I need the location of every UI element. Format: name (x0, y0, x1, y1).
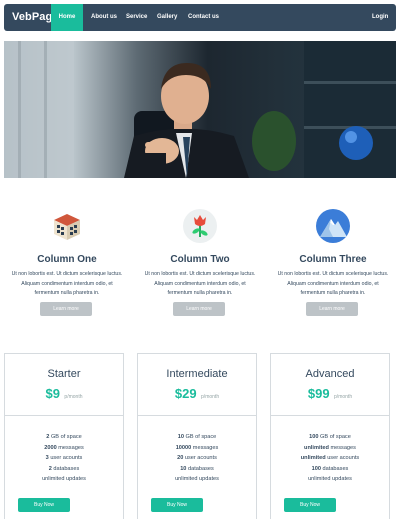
feature-text-line: Aliquam condimentum interdum odio, et (154, 280, 246, 287)
price-unit: p/month (201, 394, 220, 400)
feature-text: Ut non lobortis est. Ut dictum scelerisq… (273, 270, 393, 299)
nav-item-contact-us[interactable]: Contact us (180, 4, 227, 31)
feature-text-line: fermentum nulla pharetra in. (167, 290, 233, 296)
feature-text-line: Aliquam condimentum interdum odio, et (287, 280, 379, 287)
buy-now-button[interactable]: Buy Now (18, 498, 70, 512)
plan-name: Advanced (305, 368, 355, 380)
plan-feature: unlimited user acounts (300, 455, 360, 461)
feature-text-line: fermentum nulla pharetra in. (34, 290, 100, 296)
navbar: VebPage Home About us Service Gallery Co… (4, 4, 396, 31)
plan-price: $9 p/month (5, 385, 123, 403)
pricing-plan-advanced: Advanced $99 p/month 100 GB of space unl… (270, 353, 390, 519)
learn-more-button[interactable]: Learn more (173, 302, 225, 316)
plan-feature: 100 GB of space (309, 434, 351, 440)
plan-feature: 10 GB of space (177, 434, 217, 440)
feature-title: Column Three (299, 254, 367, 265)
plan-feature: 20 user acounts (177, 455, 217, 461)
nav-item-login[interactable]: Login (364, 4, 396, 31)
flower-icon (183, 209, 217, 243)
building-icon (50, 209, 84, 243)
plan-price: $29 p/month (138, 385, 256, 403)
plan-features: 100 GB of space unlimited messages unlim… (271, 432, 389, 485)
plan-header: Advanced $99 p/month (271, 354, 389, 416)
price-value: $29 (174, 386, 197, 401)
mountain-icon (316, 209, 350, 243)
plan-feature: unlimited updates (42, 476, 86, 482)
price-value: $9 (45, 386, 60, 401)
plan-feature: unlimited messages (304, 444, 356, 451)
plan-feature: unlimited updates (308, 476, 352, 482)
feature-text-line: Aliquam condimentum interdum odio, et (21, 280, 113, 287)
hero-image (4, 41, 396, 178)
feature-text: Ut non lobortis est. Ut dictum scelerisq… (7, 270, 127, 299)
plan-features: 2 GB of space 2000 messages 3 user acoun… (5, 432, 123, 485)
learn-more-button[interactable]: Learn more (40, 302, 92, 316)
buy-now-button[interactable]: Buy Now (151, 498, 203, 512)
plan-features: 10 GB of space 10000 messages 20 user ac… (138, 432, 256, 485)
plan-feature: 2 databases (48, 465, 80, 472)
price-value: $99 (307, 386, 330, 401)
plan-header: Intermediate $29 p/month (138, 354, 256, 416)
buy-now-button[interactable]: Buy Now (284, 498, 336, 512)
learn-more-button[interactable]: Learn more (306, 302, 358, 316)
feature-text: Ut non lobortis est. Ut dictum scelerisq… (140, 270, 260, 299)
plan-header: Starter $9 p/month (5, 354, 123, 416)
plan-price: $99 p/month (271, 385, 389, 403)
hero-photo-illustration (4, 41, 396, 178)
plan-feature: 10000 messages (175, 444, 219, 451)
plan-feature: 10 databases (180, 465, 214, 472)
price-unit: p/month (64, 394, 83, 400)
plan-name: Starter (47, 368, 81, 380)
pricing-plan-starter: Starter $9 p/month 2 GB of space 2000 me… (4, 353, 124, 519)
nav-item-home[interactable]: Home (51, 4, 83, 31)
plan-feature: 100 databases (311, 465, 349, 472)
plan-name: Intermediate (166, 368, 228, 380)
feature-title: Column One (37, 254, 97, 265)
plan-feature: 2 GB of space (46, 434, 82, 440)
pricing-plan-intermediate: Intermediate $29 p/month 10 GB of space … (137, 353, 257, 519)
plan-feature: unlimited updates (175, 476, 219, 482)
plan-feature: 2000 messages (44, 444, 84, 451)
feature-text-line: fermentum nulla pharetra in. (300, 290, 366, 296)
feature-text-line: Ut non lobortis est. Ut dictum scelerisq… (11, 271, 123, 277)
feature-text-line: Ut non lobortis est. Ut dictum scelerisq… (277, 271, 389, 277)
price-unit: p/month (334, 394, 353, 400)
feature-title: Column Two (170, 254, 230, 265)
plan-feature: 3 user acounts (45, 455, 83, 461)
feature-text-line: Ut non lobortis est. Ut dictum scelerisq… (144, 271, 256, 277)
